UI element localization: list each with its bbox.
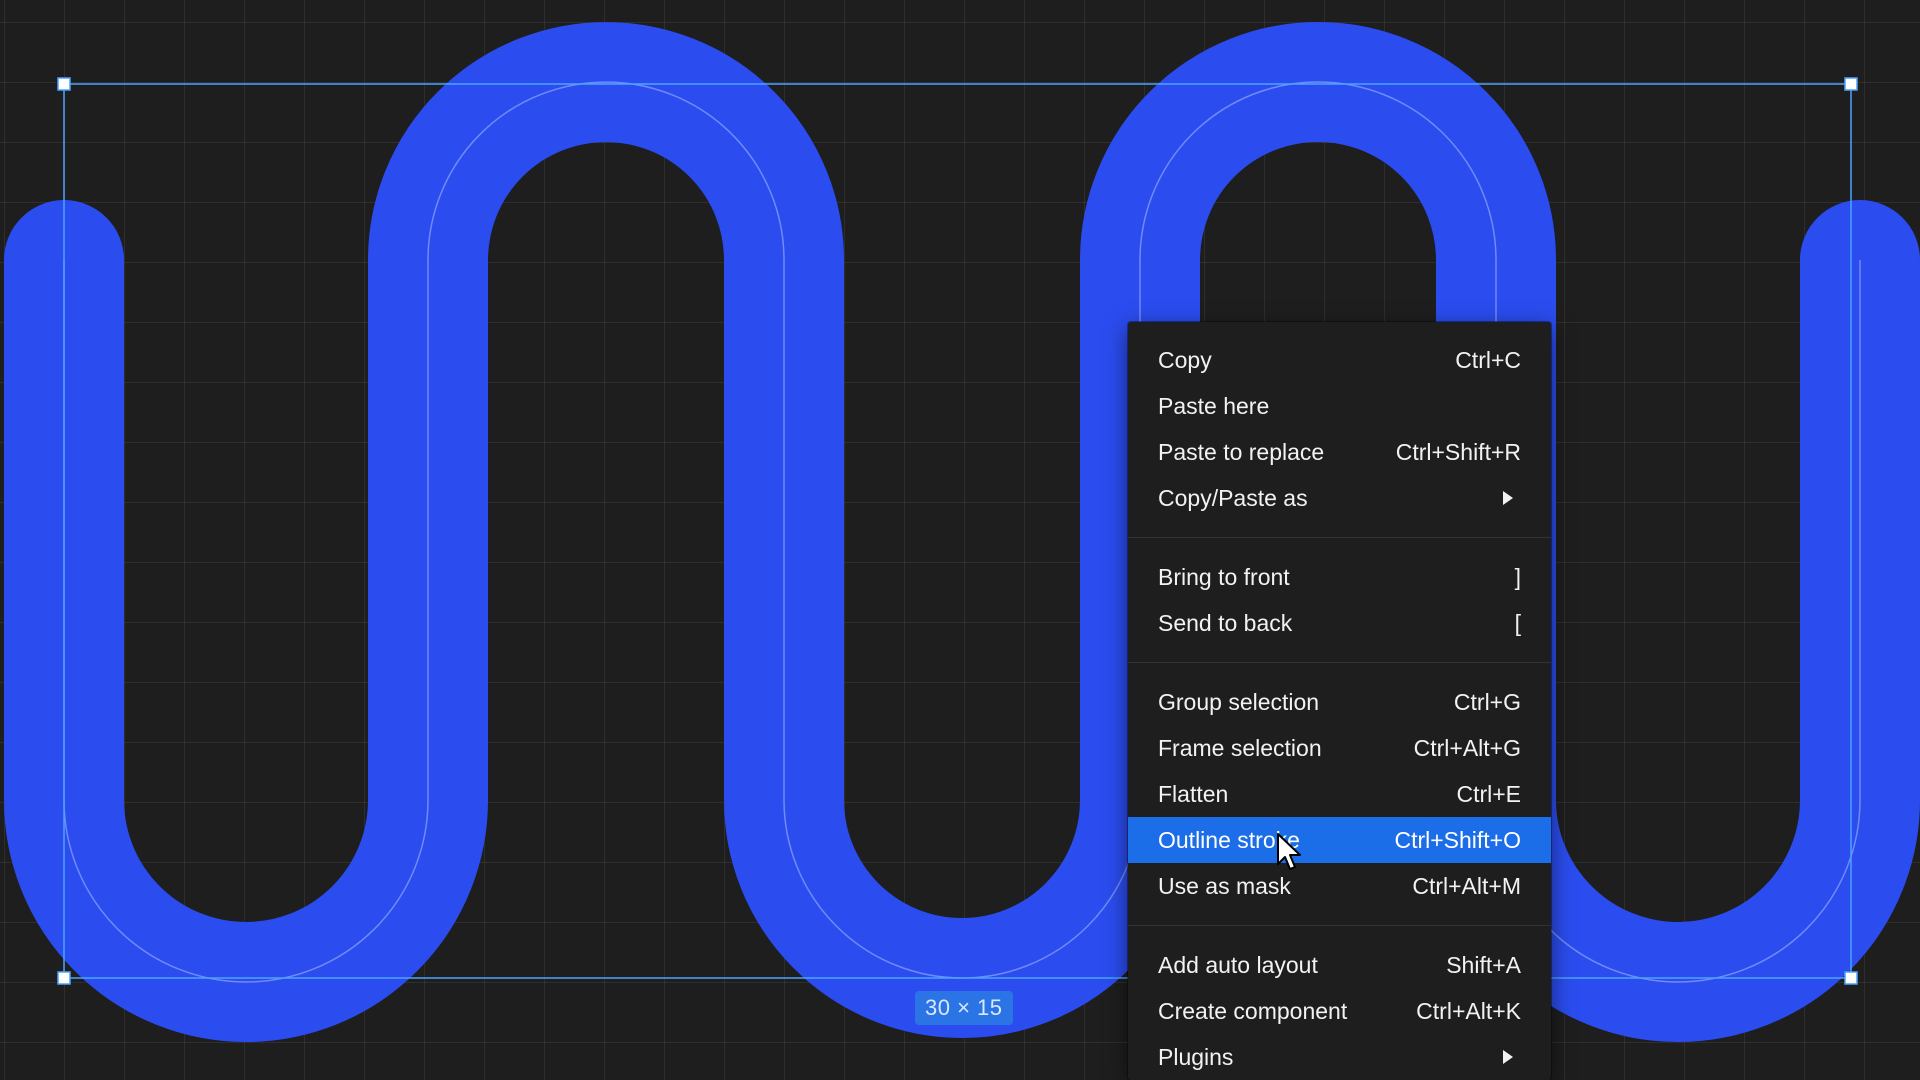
menu-separator — [1128, 537, 1551, 538]
menu-item-label: Add auto layout — [1158, 951, 1318, 978]
menu-item-paste-to-replace[interactable]: Paste to replace Ctrl+Shift+R — [1128, 429, 1551, 475]
design-canvas[interactable]: 30 × 15 Copy Ctrl+C Paste here Paste to rep… — [0, 0, 1920, 1080]
menu-item-label: Send to back — [1158, 609, 1293, 636]
menu-item-label: Group selection — [1158, 688, 1320, 715]
selected-wave-vector[interactable] — [0, 0, 1920, 1080]
menu-item-plugins[interactable]: Plugins — [1128, 1034, 1551, 1080]
menu-item-paste-here[interactable]: Paste here — [1128, 383, 1551, 429]
menu-item-label: Paste to replace — [1158, 438, 1325, 465]
menu-item-label: Paste here — [1158, 392, 1270, 419]
resize-handle-bottom-right[interactable] — [1844, 971, 1858, 985]
menu-item-group-selection[interactable]: Group selection Ctrl+G — [1128, 679, 1551, 725]
resize-handle-top-left[interactable] — [57, 77, 71, 91]
menu-item-frame-selection[interactable]: Frame selection Ctrl+Alt+G — [1128, 725, 1551, 771]
menu-item-send-to-back[interactable]: Send to back [ — [1128, 600, 1551, 646]
menu-item-flatten[interactable]: Flatten Ctrl+E — [1128, 771, 1551, 817]
menu-item-copy-paste-as[interactable]: Copy/Paste as — [1128, 475, 1551, 521]
wave-centerline — [63, 81, 1861, 983]
menu-item-create-component[interactable]: Create component Ctrl+Alt+K — [1128, 988, 1551, 1034]
menu-item-label: Use as mask — [1158, 872, 1291, 899]
menu-item-label: Plugins — [1158, 1043, 1234, 1070]
menu-item-shortcut: Ctrl+Alt+K — [1416, 997, 1521, 1024]
submenu-arrow-icon — [1503, 491, 1513, 505]
menu-item-use-as-mask[interactable]: Use as mask Ctrl+Alt+M — [1128, 863, 1551, 909]
menu-item-outline-stroke[interactable]: Outline stroke Ctrl+Shift+O — [1128, 817, 1551, 863]
menu-item-label: Copy/Paste as — [1158, 484, 1308, 511]
menu-item-add-auto-layout[interactable]: Add auto layout Shift+A — [1128, 942, 1551, 988]
menu-item-shortcut: Ctrl+G — [1453, 688, 1521, 715]
menu-item-bring-to-front[interactable]: Bring to front] — [1128, 554, 1551, 600]
menu-item-shortcut: Ctrl+Shift+O — [1394, 826, 1521, 853]
menu-item-label: Frame selection — [1158, 734, 1322, 761]
context-menu: Copy Ctrl+C Paste here Paste to replace Ctrl… — [1128, 322, 1551, 1080]
menu-item-label: Create component — [1158, 997, 1348, 1024]
mouse-pointer-icon — [1277, 833, 1301, 870]
resize-handle-bottom-left[interactable] — [57, 971, 71, 985]
selection-box — [63, 83, 1852, 979]
menu-item-shortcut: Ctrl+Alt+G — [1413, 734, 1521, 761]
wave-stroke[interactable] — [4, 22, 1920, 1042]
menu-separator — [1128, 925, 1551, 926]
menu-item-shortcut: [ — [1514, 609, 1521, 636]
menu-item-label: Flatten — [1158, 780, 1229, 807]
menu-item-shortcut: Ctrl+Alt+M — [1412, 872, 1521, 899]
menu-item-shortcut: Shift+A — [1446, 951, 1521, 978]
resize-handle-top-right[interactable] — [1844, 77, 1858, 91]
menu-item-copy[interactable]: Copy Ctrl+C — [1128, 337, 1551, 383]
menu-item-label: Copy — [1158, 346, 1212, 373]
menu-item-shortcut: ] — [1514, 563, 1521, 590]
menu-item-shortcut: Ctrl+E — [1456, 780, 1521, 807]
menu-item-shortcut: Ctrl+C — [1455, 346, 1521, 373]
selection-size-badge: 30 × 15 — [915, 991, 1013, 1025]
menu-separator — [1128, 662, 1551, 663]
menu-item-shortcut: Ctrl+Shift+R — [1395, 438, 1521, 465]
menu-item-label: Bring to front — [1158, 563, 1290, 590]
submenu-arrow-icon — [1503, 1050, 1513, 1064]
